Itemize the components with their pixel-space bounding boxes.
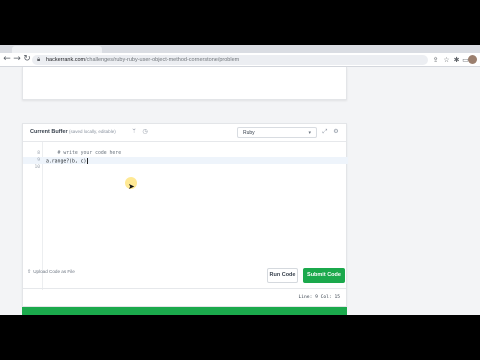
- git-branch-icon[interactable]: ᛘ: [130, 128, 138, 136]
- upload-code-link[interactable]: ⇧ Upload Code as File: [27, 269, 75, 275]
- browser-tab[interactable]: [12, 46, 102, 53]
- extensions-icon[interactable]: ✱: [452, 55, 461, 65]
- address-bar[interactable]: 🔒︎ hackerrank.com/challenges/ruby-ruby-u…: [32, 55, 428, 65]
- forward-arrow-icon[interactable]: →: [12, 54, 22, 65]
- screen-frame: ← → ↻ 🔒︎ hackerrank.com/challenges/ruby-…: [0, 45, 480, 315]
- language-value: Ruby: [243, 130, 255, 136]
- problem-card: [22, 67, 347, 100]
- tab-strip: [0, 45, 480, 53]
- line-number: 8: [37, 151, 40, 156]
- buffer-title: Current Buffer: [30, 129, 68, 135]
- code-line[interactable]: 10: [23, 164, 348, 171]
- code-text: # write your code here: [46, 151, 122, 156]
- code-line-active[interactable]: 9 a.range?(b, c): [23, 157, 348, 165]
- address-text: hackerrank.com/challenges/ruby-ruby-user…: [46, 55, 239, 65]
- fullscreen-icon[interactable]: ⤢: [321, 128, 329, 136]
- code-editor-panel: Current Buffer (saved locally, editable)…: [22, 123, 348, 307]
- editor-status-bar: Line: 9 Col: 15: [23, 288, 346, 306]
- url-path: /challenges/ruby-ruby-user-object-method…: [85, 57, 240, 63]
- history-icon[interactable]: ◷: [141, 128, 149, 136]
- avatar[interactable]: [468, 55, 477, 64]
- buffer-note: (saved locally, editable): [69, 129, 116, 134]
- line-number: 9: [37, 158, 40, 163]
- upload-icon: ⇧: [27, 269, 32, 275]
- lock-icon: 🔒︎: [37, 56, 41, 63]
- url-host: hackerrank.com: [46, 57, 86, 63]
- submit-code-button[interactable]: Submit Code: [303, 268, 345, 283]
- mouse-pointer-icon: ➤: [128, 182, 135, 191]
- share-icon[interactable]: ⇪: [431, 55, 440, 65]
- back-arrow-icon[interactable]: ←: [2, 54, 12, 65]
- cursor-position: Line: 9 Col: 15: [298, 295, 341, 300]
- language-select[interactable]: Ruby ▾: [237, 127, 317, 138]
- settings-gear-icon[interactable]: ⚙: [332, 128, 340, 136]
- run-code-button[interactable]: Run Code: [267, 268, 298, 283]
- line-number: 10: [34, 165, 40, 170]
- browser-toolbar: ← → ↻ 🔒︎ hackerrank.com/challenges/ruby-…: [0, 53, 480, 67]
- editor-header: Current Buffer (saved locally, editable)…: [23, 124, 346, 142]
- chevron-down-icon: ▾: [308, 130, 311, 136]
- star-icon[interactable]: ☆: [442, 55, 451, 65]
- success-banner: [22, 307, 347, 315]
- code-line[interactable]: 8 # write your code here: [23, 150, 348, 157]
- upload-label: Upload Code as File: [33, 269, 75, 274]
- reload-icon[interactable]: ↻: [22, 54, 32, 65]
